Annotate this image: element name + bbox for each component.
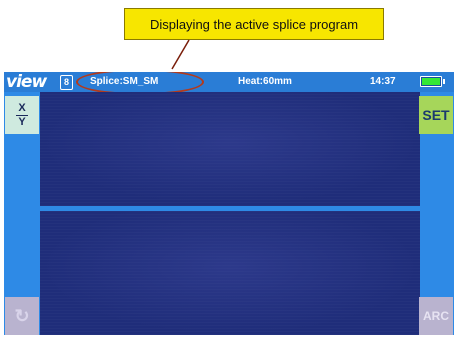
set-button[interactable]: SET: [419, 96, 453, 134]
xy-label-y: Y: [18, 115, 26, 128]
annotation-callout: Displaying the active splice program: [124, 8, 384, 40]
model-badge: 8: [60, 75, 73, 90]
splicer-screenshot: Displaying the active splice program vie…: [0, 0, 458, 337]
reset-arrow-icon: ↻: [14, 305, 30, 326]
xy-view-toggle-button[interactable]: X Y: [5, 96, 39, 134]
callout-text: Displaying the active splice program: [149, 16, 359, 32]
heat-program-label[interactable]: Heat:60mm: [238, 76, 292, 87]
reset-button[interactable]: ↻: [5, 297, 39, 335]
battery-icon: [420, 76, 442, 87]
battery-tip: [443, 79, 445, 84]
battery-level-fill: [422, 78, 440, 85]
brand-logo: view: [6, 72, 47, 92]
arc-button-label: ARC: [423, 309, 449, 323]
camera-view-y: [40, 211, 420, 335]
status-bar: view 8 Splice:SM_SM Heat:60mm 14:37: [4, 72, 454, 95]
camera-view-x: [40, 92, 420, 206]
arc-button[interactable]: ARC: [419, 297, 453, 335]
clock: 14:37: [370, 76, 396, 87]
xy-label-x: X: [18, 101, 26, 114]
set-button-label: SET: [422, 107, 450, 123]
splicer-screen: view 8 Splice:SM_SM Heat:60mm 14:37 X Y …: [4, 72, 454, 335]
